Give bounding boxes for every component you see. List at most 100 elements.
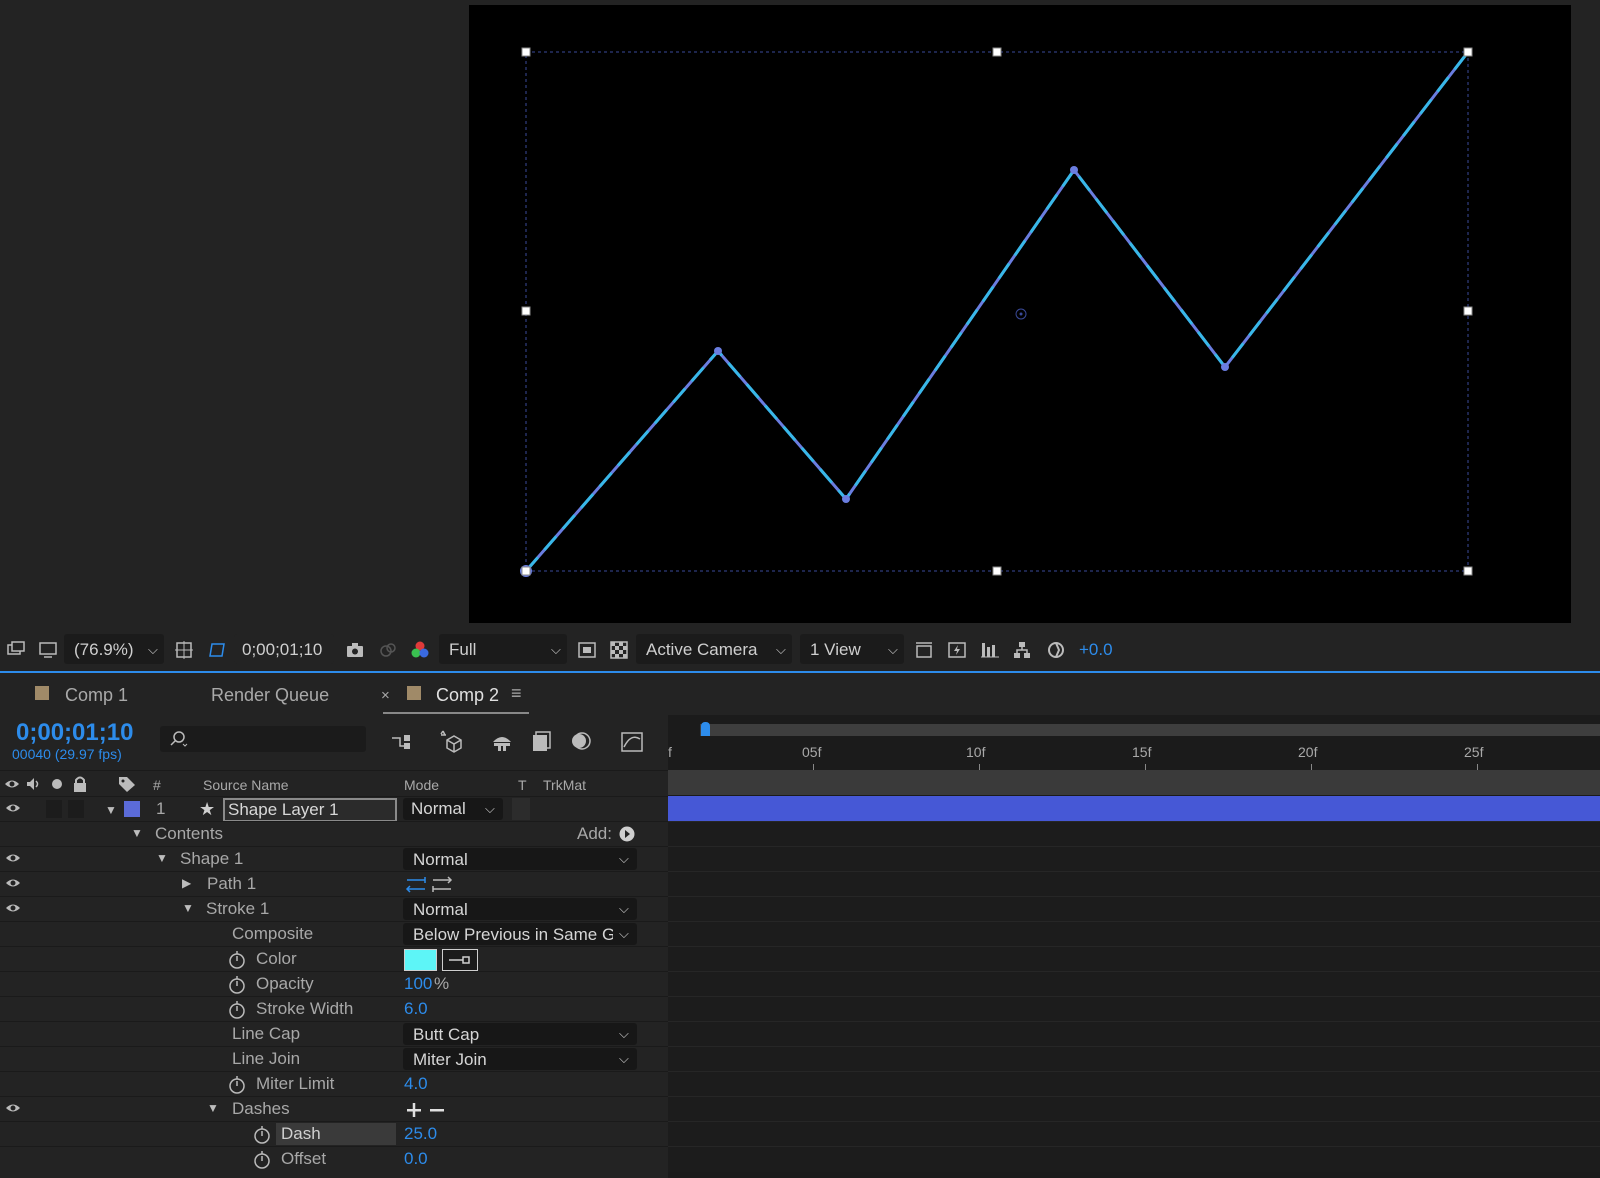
view-layout-dropdown[interactable]: 1 View ⌵ [800, 634, 904, 664]
stroke-width-value[interactable]: 6.0 [404, 999, 428, 1019]
contents-row[interactable]: ▼ Contents Add: [0, 821, 668, 847]
color-row[interactable]: Color [0, 946, 668, 972]
collapse-triangle-icon[interactable]: ▼ [182, 901, 194, 915]
tab-render-queue[interactable]: Render Queue [211, 685, 329, 706]
current-time-display[interactable]: 0;00;01;10 [234, 634, 334, 664]
resolution-dropdown[interactable]: Full ⌵ [439, 634, 567, 664]
timeline-track-row[interactable] [668, 971, 1600, 997]
column-mode[interactable]: Mode [404, 777, 439, 793]
collapse-triangle-icon[interactable]: ▼ [207, 1101, 219, 1115]
timeline-track-row[interactable] [668, 1096, 1600, 1122]
current-time-indicator[interactable] [701, 722, 710, 736]
stopwatch-icon[interactable] [253, 1125, 271, 1145]
lock-icon[interactable] [72, 775, 88, 793]
collapse-triangle-icon[interactable]: ▼ [131, 826, 143, 840]
frame-blending-icon[interactable] [530, 729, 554, 753]
draft-3d-icon[interactable] [438, 728, 464, 754]
solo-dot-icon[interactable] [51, 778, 63, 790]
time-ruler[interactable]: f 05f 10f 15f 20f 25f [668, 742, 1600, 770]
offset-row[interactable]: Offset 0.0 [0, 1146, 668, 1172]
shape-1-blend-mode-dropdown[interactable]: Normal ⌵ [403, 848, 637, 870]
timeline-track-row[interactable] [668, 821, 1600, 847]
stopwatch-icon[interactable] [228, 1075, 246, 1095]
remove-dash-minus-icon[interactable] [428, 1101, 446, 1119]
timeline-track-row[interactable] [668, 1146, 1600, 1172]
composite-row[interactable]: Composite Below Previous in Same G ⌵ [0, 921, 668, 947]
shape-1-row[interactable]: ▼ Shape 1 Normal ⌵ [0, 846, 668, 872]
opacity-row[interactable]: Opacity 100 % [0, 971, 668, 997]
dash-value[interactable]: 25.0 [404, 1124, 437, 1144]
timeline-track-row[interactable] [668, 946, 1600, 972]
preserve-transparency-switch[interactable] [512, 798, 530, 820]
miter-limit-row[interactable]: Miter Limit 4.0 [0, 1071, 668, 1097]
stopwatch-icon[interactable] [228, 950, 246, 970]
shy-layers-icon[interactable] [490, 730, 514, 754]
layer-duration-bar[interactable] [668, 796, 1600, 821]
opacity-value[interactable]: 100 [404, 974, 432, 994]
monitor-icon[interactable] [38, 640, 58, 660]
timeline-track-row[interactable] [668, 1121, 1600, 1147]
tab-comp-1[interactable]: Comp 1 [65, 685, 128, 706]
timeline-track-row[interactable] [668, 921, 1600, 947]
composite-dropdown[interactable]: Below Previous in Same G ⌵ [403, 923, 637, 945]
label-tag-icon[interactable] [117, 775, 137, 793]
layer-name-field[interactable]: Shape Layer 1 [223, 798, 397, 822]
stopwatch-icon[interactable] [228, 1000, 246, 1020]
expand-triangle-icon[interactable]: ▶ [182, 876, 191, 890]
composition-viewer[interactable] [469, 5, 1571, 623]
eye-icon[interactable] [5, 902, 21, 914]
stopwatch-icon[interactable] [253, 1150, 271, 1170]
label-color-swatch[interactable] [124, 801, 140, 817]
line-cap-dropdown[interactable]: Butt Cap ⌵ [403, 1023, 637, 1045]
fast-previews-icon[interactable] [947, 640, 967, 660]
mask-path-visibility-icon[interactable] [207, 640, 227, 660]
timeline-timecode[interactable]: 0;00;01;10 [16, 719, 133, 747]
motion-blur-icon[interactable] [569, 729, 593, 753]
audio-speaker-icon[interactable] [25, 776, 43, 792]
add-menu-play-icon[interactable] [619, 826, 635, 842]
dashes-row[interactable]: ▼ Dashes [0, 1096, 668, 1122]
stroke-1-row[interactable]: ▼ Stroke 1 Normal ⌵ [0, 896, 668, 922]
timeline-track-row[interactable] [668, 846, 1600, 872]
lock-switch[interactable] [68, 800, 84, 818]
eye-icon[interactable] [5, 877, 21, 889]
stroke-1-blend-mode-dropdown[interactable]: Normal ⌵ [403, 898, 637, 920]
region-of-interest-icon[interactable] [577, 640, 597, 660]
miter-limit-value[interactable]: 4.0 [404, 1074, 428, 1094]
flowchart-icon[interactable] [1012, 640, 1032, 660]
grid-guide-icon[interactable] [174, 640, 194, 660]
reverse-path-direction-icon[interactable] [431, 875, 453, 895]
stroke-color-swatch[interactable] [404, 949, 437, 971]
timeline-icon[interactable] [980, 640, 1000, 660]
transparency-grid-icon[interactable] [609, 640, 629, 660]
column-trkmat[interactable]: TrkMat [543, 777, 586, 793]
timeline-track-row[interactable] [668, 1071, 1600, 1097]
graph-editor-icon[interactable] [619, 729, 645, 755]
always-preview-icon[interactable] [6, 640, 26, 660]
stopwatch-icon[interactable] [228, 975, 246, 995]
panel-menu-icon[interactable]: ≡ [511, 683, 522, 704]
toggle-pixel-aspect-icon[interactable] [914, 640, 934, 660]
channel-rgb-icon[interactable] [410, 640, 430, 660]
offset-value[interactable]: 0.0 [404, 1149, 428, 1169]
layer-search-input[interactable] [160, 726, 366, 752]
tab-comp-2[interactable]: Comp 2 [436, 685, 499, 706]
timeline-track-row[interactable] [668, 1046, 1600, 1072]
composition-mini-flowchart-icon[interactable] [390, 730, 414, 754]
close-icon[interactable]: × [381, 687, 390, 704]
camera-view-dropdown[interactable]: Active Camera ⌵ [636, 634, 792, 664]
reset-exposure-icon[interactable] [1046, 640, 1066, 660]
column-number[interactable]: # [153, 777, 161, 793]
timeline-track-row[interactable] [668, 996, 1600, 1022]
line-join-dropdown[interactable]: Miter Join ⌵ [403, 1048, 637, 1070]
line-join-row[interactable]: Line Join Miter Join ⌵ [0, 1046, 668, 1072]
path-direction-icon[interactable] [405, 875, 427, 895]
timeline-track-row[interactable] [668, 1021, 1600, 1047]
magnification-dropdown[interactable]: (76.9%) ⌵ [64, 634, 164, 664]
collapse-triangle-icon[interactable]: ▼ [156, 851, 168, 865]
path-1-row[interactable]: ▶ Path 1 [0, 871, 668, 897]
exposure-value[interactable]: +0.0 [1079, 640, 1113, 660]
dash-row[interactable]: Dash 25.0 [0, 1121, 668, 1147]
eye-icon[interactable] [5, 852, 21, 864]
eye-icon[interactable] [5, 802, 21, 814]
